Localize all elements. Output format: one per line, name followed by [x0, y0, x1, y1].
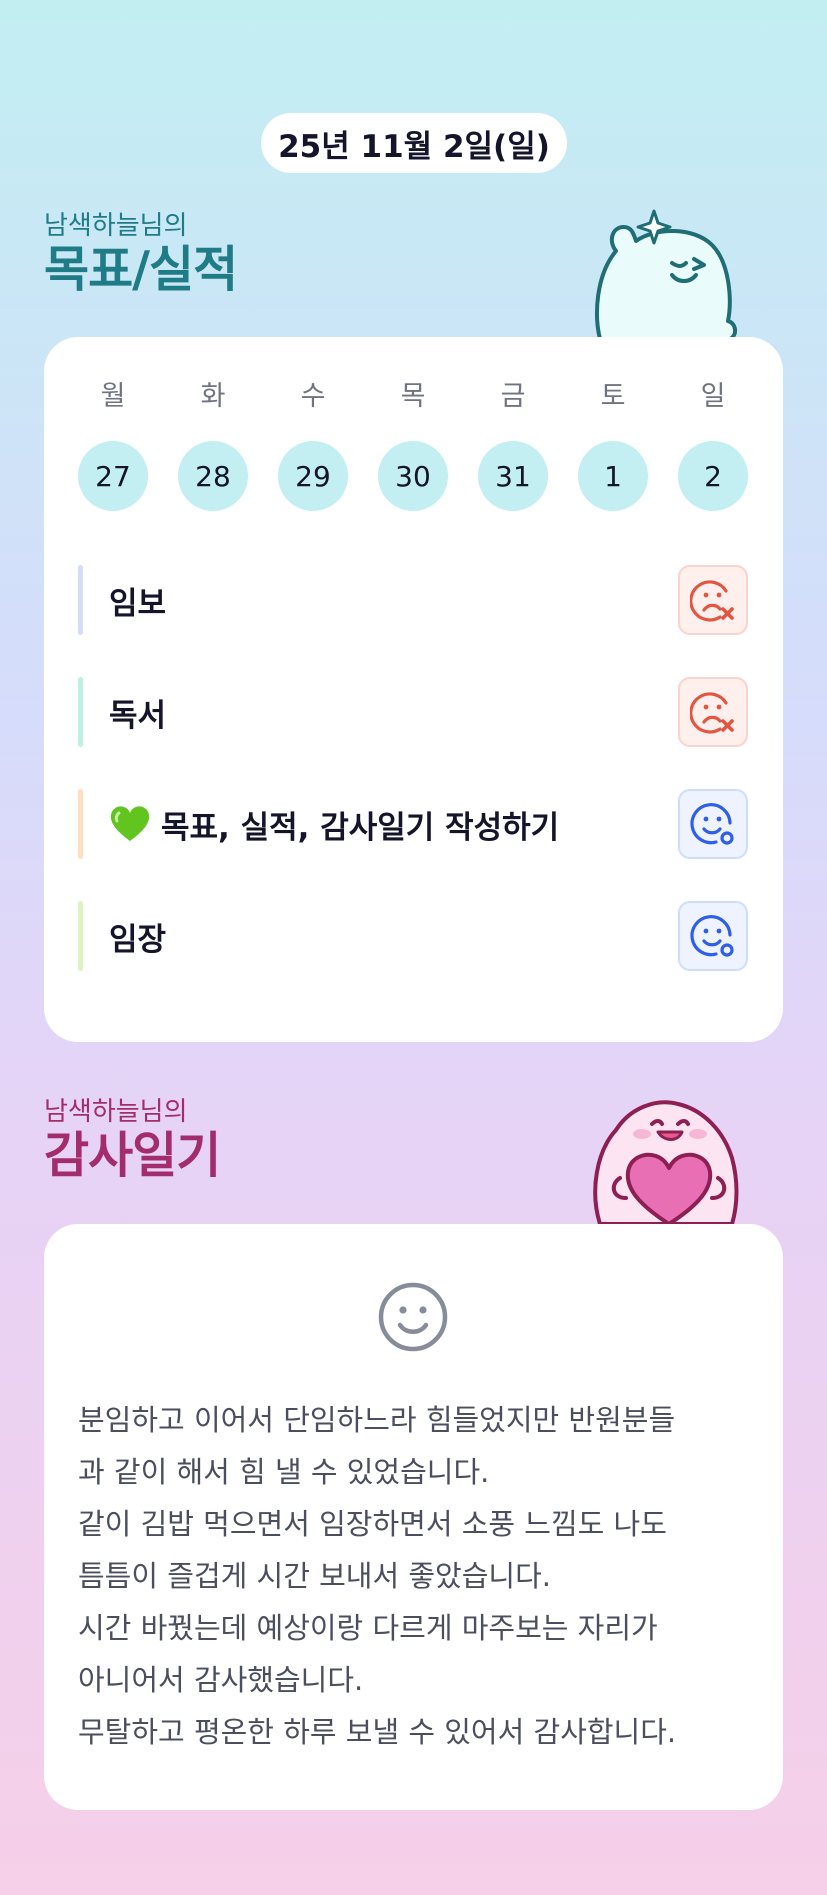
day-date[interactable]: 31 — [478, 441, 548, 511]
task-label: 임장 — [109, 914, 678, 959]
task-label: 임보 — [109, 578, 678, 623]
goals-title: 목표/실적 — [44, 241, 238, 298]
task-color-bar — [78, 789, 83, 859]
smile-face-check-icon — [690, 915, 734, 957]
task-color-bar — [78, 677, 83, 747]
diary-line: 과 같이 해서 힘 낼 수 있었습니다. — [78, 1455, 490, 1489]
day-name: 수 — [300, 381, 326, 412]
goals-subtitle: 남색하늘님의 — [44, 211, 188, 241]
green-heart-icon — [109, 805, 151, 843]
ghost-mascot-icon — [595, 209, 737, 339]
day-date[interactable]: 30 — [378, 441, 448, 511]
task-label: 목표, 실적, 감사일기 작성하기 — [109, 802, 678, 847]
diary-line: 같이 김밥 먹으면서 임장하면서 소풍 느낌도 나도 — [78, 1507, 667, 1541]
task-row[interactable]: 임장 — [78, 901, 748, 971]
diary-line: 분임하고 이어서 단임하느라 힘들었지만 반원분들 — [78, 1403, 676, 1437]
task-label-text: 임보 — [109, 585, 167, 622]
goals-section-header: 남색하늘님의 목표/실적 — [44, 210, 238, 298]
smile-face-icon[interactable] — [377, 1281, 449, 1353]
day-column[interactable]: 수 29 — [278, 379, 348, 511]
diary-subtitle: 남색하늘님의 — [44, 1097, 188, 1127]
diary-title: 감사일기 — [44, 1127, 221, 1184]
diary-text: 분임하고 이어서 단임하느라 힘들었지만 반원분들 과 같이 해서 힘 낼 수 … — [78, 1394, 758, 1758]
diary-line: 무탈하고 평온한 하루 보낼 수 있어서 감사합니다. — [78, 1715, 677, 1749]
smile-face-check-icon — [690, 803, 734, 845]
task-status-button[interactable] — [678, 789, 748, 859]
task-color-bar — [78, 565, 83, 635]
heart-mascot-icon — [593, 1100, 739, 1224]
day-name: 화 — [200, 381, 226, 412]
diary-section-header: 남색하늘님의 감사일기 — [44, 1096, 221, 1184]
task-row[interactable]: 임보 — [78, 565, 748, 635]
day-name: 토 — [600, 381, 626, 412]
day-name: 일 — [700, 381, 726, 412]
task-status-button[interactable] — [678, 565, 748, 635]
diary-line: 시간 바꿨는데 예상이랑 다르게 마주보는 자리가 — [78, 1611, 658, 1645]
sad-face-x-icon — [690, 580, 734, 622]
goals-card: 월 27 화 28 수 29 목 30 금 31 토 1 일 2 임보 독서 목… — [44, 337, 783, 1042]
day-column[interactable]: 일 2 — [678, 379, 748, 511]
day-date[interactable]: 2 — [678, 441, 748, 511]
day-column[interactable]: 금 31 — [478, 379, 548, 511]
task-color-bar — [78, 901, 83, 971]
task-status-button[interactable] — [678, 677, 748, 747]
day-column[interactable]: 목 30 — [378, 379, 448, 511]
task-label-text: 임장 — [109, 921, 167, 958]
day-name: 금 — [500, 381, 526, 412]
date-label: 25년 11월 2일(일) — [278, 128, 550, 165]
diary-card: 분임하고 이어서 단임하느라 힘들었지만 반원분들 과 같이 해서 힘 낼 수 … — [44, 1224, 783, 1810]
day-column[interactable]: 토 1 — [578, 379, 648, 511]
task-row[interactable]: 독서 — [78, 677, 748, 747]
task-label: 독서 — [109, 690, 678, 735]
day-name: 월 — [100, 381, 126, 412]
task-status-button[interactable] — [678, 901, 748, 971]
date-pill[interactable]: 25년 11월 2일(일) — [261, 113, 567, 173]
day-date[interactable]: 28 — [178, 441, 248, 511]
task-label-text: 목표, 실적, 감사일기 작성하기 — [161, 809, 560, 846]
day-date[interactable]: 1 — [578, 441, 648, 511]
task-label-text: 독서 — [109, 697, 167, 734]
day-column[interactable]: 화 28 — [178, 379, 248, 511]
day-column[interactable]: 월 27 — [78, 379, 148, 511]
task-row[interactable]: 목표, 실적, 감사일기 작성하기 — [78, 789, 748, 859]
day-date[interactable]: 29 — [278, 441, 348, 511]
diary-line: 아니어서 감사했습니다. — [78, 1663, 364, 1697]
diary-line: 틈틈이 즐겁게 시간 보내서 좋았습니다. — [78, 1559, 551, 1593]
day-name: 목 — [400, 381, 426, 412]
week-row: 월 27 화 28 수 29 목 30 금 31 토 1 일 2 — [78, 379, 748, 511]
day-date[interactable]: 27 — [78, 441, 148, 511]
sad-face-x-icon — [690, 692, 734, 734]
